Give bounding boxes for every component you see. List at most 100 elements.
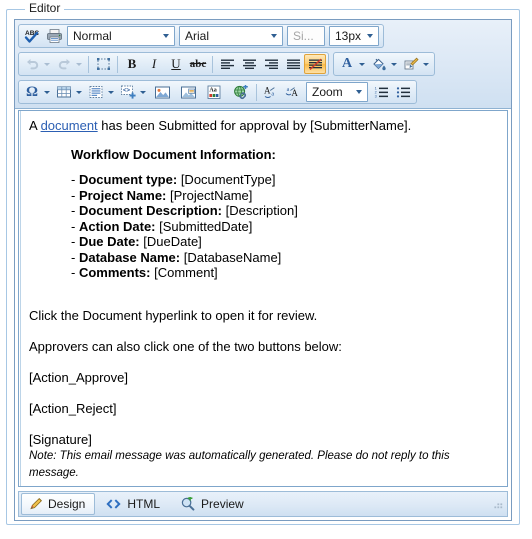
insert-hyperlink-button[interactable] bbox=[227, 82, 253, 102]
list-item: - Comments: [Comment] bbox=[71, 265, 218, 280]
toolbar-separator bbox=[256, 83, 257, 101]
align-center-icon bbox=[242, 59, 256, 69]
insert-image-button[interactable] bbox=[149, 82, 175, 102]
insert-image-icon bbox=[154, 86, 170, 98]
toolbar-group-format: B I U abc bbox=[18, 52, 329, 76]
insert-symbol-dropdown-arrow[interactable] bbox=[44, 90, 50, 94]
to-uppercase-button[interactable]: a A bbox=[282, 82, 304, 102]
bold-button[interactable]: B bbox=[121, 54, 143, 74]
email-body[interactable]: A document has been Submitted for approv… bbox=[20, 111, 507, 486]
toolbar-separator bbox=[88, 55, 89, 73]
tab-design[interactable]: Design bbox=[21, 493, 96, 515]
fill-color-button[interactable] bbox=[368, 54, 390, 74]
tab-preview[interactable]: Preview bbox=[173, 493, 254, 515]
format-painter-icon bbox=[404, 57, 419, 69]
font-size-value: Si... bbox=[293, 29, 314, 43]
svg-text:Aa: Aa bbox=[209, 87, 216, 93]
font-size-px-select[interactable]: 13px bbox=[329, 26, 379, 46]
signature-token: [Signature] bbox=[29, 431, 92, 447]
remove-format-button[interactable] bbox=[304, 54, 326, 74]
to-lowercase-button[interactable]: A a bbox=[260, 82, 282, 102]
bulleted-list-button[interactable] bbox=[392, 82, 414, 102]
insert-snippet-button[interactable]: <> bbox=[117, 82, 139, 102]
field-value: [DatabaseName] bbox=[183, 249, 282, 265]
font-size-select[interactable]: Si... bbox=[287, 26, 325, 46]
field-label: Document type: bbox=[78, 172, 178, 187]
tab-html[interactable]: HTML bbox=[98, 493, 170, 515]
insert-table-button[interactable] bbox=[53, 82, 75, 102]
format-painter-button[interactable] bbox=[400, 54, 422, 74]
insert-symbol-button[interactable]: Ω bbox=[21, 82, 43, 102]
resize-grip-icon[interactable] bbox=[492, 498, 504, 510]
image-map-editor-icon bbox=[180, 86, 196, 98]
intro-text-before: A bbox=[29, 118, 41, 133]
insert-form-button[interactable] bbox=[85, 82, 107, 102]
spellcheck-button[interactable]: ABC bbox=[21, 26, 43, 46]
editor-mode-tabs: Design HTML Preview bbox=[18, 491, 508, 517]
align-justify-button[interactable] bbox=[282, 54, 304, 74]
font-size-px-value: 13px bbox=[335, 29, 362, 43]
editor-content-area[interactable]: A document has been Submitted for approv… bbox=[18, 110, 508, 487]
list-item: - Action Date: [SubmittedDate] bbox=[71, 218, 253, 234]
field-label: Document Description: bbox=[78, 203, 222, 218]
insert-table-icon bbox=[57, 86, 71, 98]
workflow-fields-list: - Document type: [DocumentType] - Projec… bbox=[29, 172, 499, 281]
undo-icon bbox=[26, 59, 38, 70]
approve-token: [Action_Approve] bbox=[29, 369, 129, 385]
list-item: - Document Description: [Description] bbox=[71, 203, 298, 218]
italic-icon: I bbox=[151, 56, 157, 71]
pencil-icon bbox=[30, 498, 42, 510]
insert-form-dropdown-arrow[interactable] bbox=[108, 90, 114, 94]
to-lowercase-icon: A a bbox=[264, 86, 275, 98]
field-label: Action Date: bbox=[78, 218, 156, 234]
underline-button[interactable]: U bbox=[165, 54, 187, 74]
print-button[interactable] bbox=[43, 26, 65, 46]
redo-dropdown-arrow[interactable] bbox=[76, 62, 82, 66]
strikethrough-button[interactable]: abc bbox=[187, 54, 209, 74]
align-left-button[interactable] bbox=[216, 54, 238, 74]
insert-snippet-dropdown-arrow[interactable] bbox=[140, 90, 146, 94]
svg-text:a: a bbox=[287, 87, 290, 93]
redo-button[interactable] bbox=[53, 54, 75, 74]
insert-code-snippet-icon: <> bbox=[120, 85, 136, 99]
intro-paragraph: A document has been Submitted for approv… bbox=[29, 117, 499, 134]
italic-button[interactable]: I bbox=[143, 54, 165, 74]
redo-icon bbox=[58, 59, 70, 70]
rich-text-editor: ABC Normal Arial Si... 13px B I U abc A … bbox=[14, 19, 512, 521]
fill-color-dropdown-arrow[interactable] bbox=[391, 62, 397, 66]
field-label: Due Date: bbox=[78, 234, 140, 249]
font-color-dropdown-arrow[interactable] bbox=[359, 62, 365, 66]
reject-token: [Action_Reject] bbox=[29, 400, 117, 416]
insert-form-icon bbox=[89, 86, 103, 98]
field-label: Comments: bbox=[78, 265, 151, 280]
toolbar-row-2: B I U abc A bbox=[18, 51, 509, 77]
align-right-button[interactable] bbox=[260, 54, 282, 74]
list-item: - Document type: [DocumentType] bbox=[71, 172, 276, 187]
select-all-button[interactable] bbox=[92, 54, 114, 74]
paragraph-style-select[interactable]: Normal bbox=[67, 26, 175, 46]
document-link[interactable]: document bbox=[41, 118, 98, 133]
underline-icon: U bbox=[171, 56, 181, 71]
zoom-select[interactable]: Zoom bbox=[306, 82, 368, 102]
font-family-select[interactable]: Arial bbox=[179, 26, 283, 46]
numbered-list-button[interactable]: 123 bbox=[370, 82, 392, 102]
align-center-button[interactable] bbox=[238, 54, 260, 74]
spellcheck-abc-icon: ABC bbox=[24, 30, 39, 43]
undo-button[interactable] bbox=[21, 54, 43, 74]
format-painter-dropdown-arrow[interactable] bbox=[423, 62, 429, 66]
image-map-editor-button[interactable] bbox=[175, 82, 201, 102]
toolbar-group-colors: A bbox=[333, 52, 435, 76]
omega-icon: Ω bbox=[25, 83, 38, 100]
groupbox-title: Editor bbox=[25, 1, 65, 15]
insert-text-art-button[interactable]: Aa bbox=[201, 82, 227, 102]
toolbar-row-3: Ω <> Aa A a a A Zoom 1 2 3 bbox=[18, 79, 509, 105]
svg-text:a: a bbox=[271, 91, 274, 98]
font-color-button[interactable]: A bbox=[336, 54, 358, 74]
font-family-value: Arial bbox=[185, 29, 210, 43]
undo-dropdown-arrow[interactable] bbox=[44, 62, 50, 66]
insert-table-dropdown-arrow[interactable] bbox=[76, 90, 82, 94]
chevron-down-icon bbox=[271, 34, 277, 38]
svg-text:3: 3 bbox=[374, 94, 376, 98]
paragraph-style-value: Normal bbox=[73, 29, 112, 43]
print-icon bbox=[46, 29, 62, 43]
